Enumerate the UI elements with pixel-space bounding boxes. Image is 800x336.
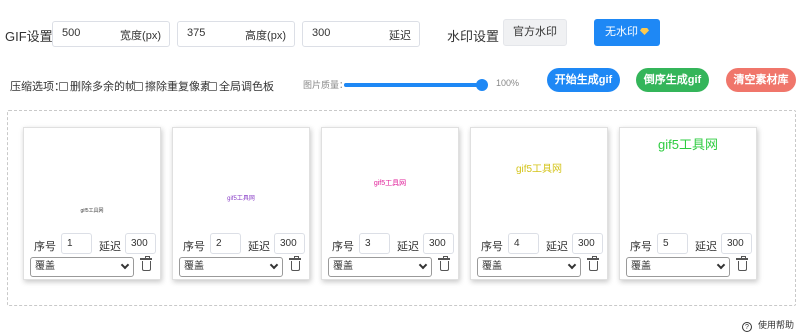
delay-input[interactable]: 300 [125,233,156,254]
quality-value: 100% [496,78,520,88]
delay-field[interactable]: 300 延迟 [302,21,420,47]
frame-card[interactable]: gif5工具网 序号 2 延迟 300 覆盖 [172,127,310,280]
checkbox-erase-pixels[interactable]: 擦除重复像素 [134,78,211,94]
mode-select-value: 覆盖 [631,261,651,272]
width-value: 500 [62,27,81,39]
mode-select[interactable]: 覆盖 [30,257,134,277]
trash-icon[interactable] [736,256,748,271]
frame-preview-text: gif5工具网 [80,208,104,214]
no-watermark-label: 无水印 [605,26,638,38]
frame-preview-text: gif5工具网 [515,164,563,175]
reverse-generate-button[interactable]: 倒序生成gif [636,68,709,92]
chevron-down-icon [269,260,279,270]
seq-label: 序号 [183,241,205,253]
checkbox-global-palette[interactable]: 全局调色板 [208,78,274,94]
frame-preview: gif5工具网 [174,129,308,225]
delay-value: 300 [312,27,331,39]
quality-label: 图片质量： [303,80,349,90]
width-suffix: 宽度(px) [120,30,161,42]
trash-icon[interactable] [289,256,301,271]
help-link[interactable]: ? 使用帮助 [742,318,794,332]
frame-preview-text: gif5工具网 [373,180,407,187]
gif-settings-bar: GIF设置： 500 宽度(px) 375 高度(px) 300 延迟 水印设置… [0,0,800,66]
official-watermark-button[interactable]: 官方水印 [503,19,567,46]
delay-input[interactable]: 300 [721,233,752,254]
frame-preview: gif5工具网 [472,129,606,225]
seq-input[interactable]: 1 [61,233,92,254]
no-watermark-button[interactable]: 无水印 [594,19,660,46]
delay-label: 延迟 [546,241,568,253]
seq-input[interactable]: 5 [657,233,688,254]
frame-card[interactable]: gif5工具网 序号 4 延迟 300 覆盖 [470,127,608,280]
mode-select[interactable]: 覆盖 [477,257,581,277]
trash-icon[interactable] [438,256,450,271]
chevron-down-icon [567,260,577,270]
trash-icon[interactable] [140,256,152,271]
mode-select-value: 覆盖 [333,261,353,272]
checkbox-global-palette-label: 全局调色板 [219,81,274,93]
height-field[interactable]: 375 高度(px) [177,21,295,47]
checkbox-erase-pixels-label: 擦除重复像素 [145,81,211,93]
question-icon: ? [742,322,752,332]
help-label: 使用帮助 [758,320,795,330]
checkbox-icon[interactable] [134,82,143,91]
mode-select-value: 覆盖 [184,261,204,272]
mode-select-value: 覆盖 [482,261,502,272]
frame-preview: gif5工具网 [323,129,457,225]
delay-label: 延迟 [397,241,419,253]
diamond-icon [640,28,649,35]
mode-select[interactable]: 覆盖 [626,257,730,277]
watermark-label: 水印设置 [447,29,500,44]
checkbox-remove-frames[interactable]: 删除多余的帧 [59,78,136,94]
seq-label: 序号 [630,241,652,253]
seq-label: 序号 [481,241,503,253]
clear-library-button[interactable]: 清空素材库 [726,68,796,92]
frame-preview-text: gif5工具网 [227,196,255,202]
trash-icon[interactable] [587,256,599,271]
seq-input[interactable]: 3 [359,233,390,254]
height-suffix: 高度(px) [245,30,286,42]
mode-select-value: 覆盖 [35,261,55,272]
delay-input[interactable]: 300 [274,233,305,254]
checkbox-remove-frames-label: 删除多余的帧 [70,81,136,93]
chevron-down-icon [120,260,130,270]
frame-preview-text: gif5工具网 [658,137,718,152]
height-value: 375 [187,27,206,39]
frame-card[interactable]: gif5工具网 序号 3 延迟 300 覆盖 [321,127,459,280]
width-field[interactable]: 500 宽度(px) [52,21,170,47]
checkbox-icon[interactable] [59,82,68,91]
mode-select[interactable]: 覆盖 [328,257,432,277]
delay-suffix: 延迟 [389,30,411,42]
chevron-down-icon [716,260,726,270]
delay-label: 延迟 [695,241,717,253]
compress-label: 压缩选项： [10,81,65,93]
delay-input[interactable]: 300 [423,233,454,254]
frame-card[interactable]: gif5工具网 序号 1 延迟 300 覆盖 [23,127,161,280]
chevron-down-icon [418,260,428,270]
seq-label: 序号 [332,241,354,253]
checkbox-icon[interactable] [208,82,217,91]
seq-input[interactable]: 4 [508,233,539,254]
quality-slider[interactable] [344,83,481,87]
quality-slider-fill [344,83,481,87]
mode-select[interactable]: 覆盖 [179,257,283,277]
quality-slider-thumb[interactable] [476,79,488,91]
delay-input[interactable]: 300 [572,233,603,254]
frame-card[interactable]: gif5工具网 序号 5 延迟 300 覆盖 [619,127,757,280]
frame-preview: gif5工具网 [621,129,755,225]
delay-label: 延迟 [248,241,270,253]
start-generate-button[interactable]: 开始生成gif [547,68,620,92]
seq-input[interactable]: 2 [210,233,241,254]
delay-label: 延迟 [99,241,121,253]
frame-preview: gif5工具网 [25,129,159,225]
seq-label: 序号 [34,241,56,253]
